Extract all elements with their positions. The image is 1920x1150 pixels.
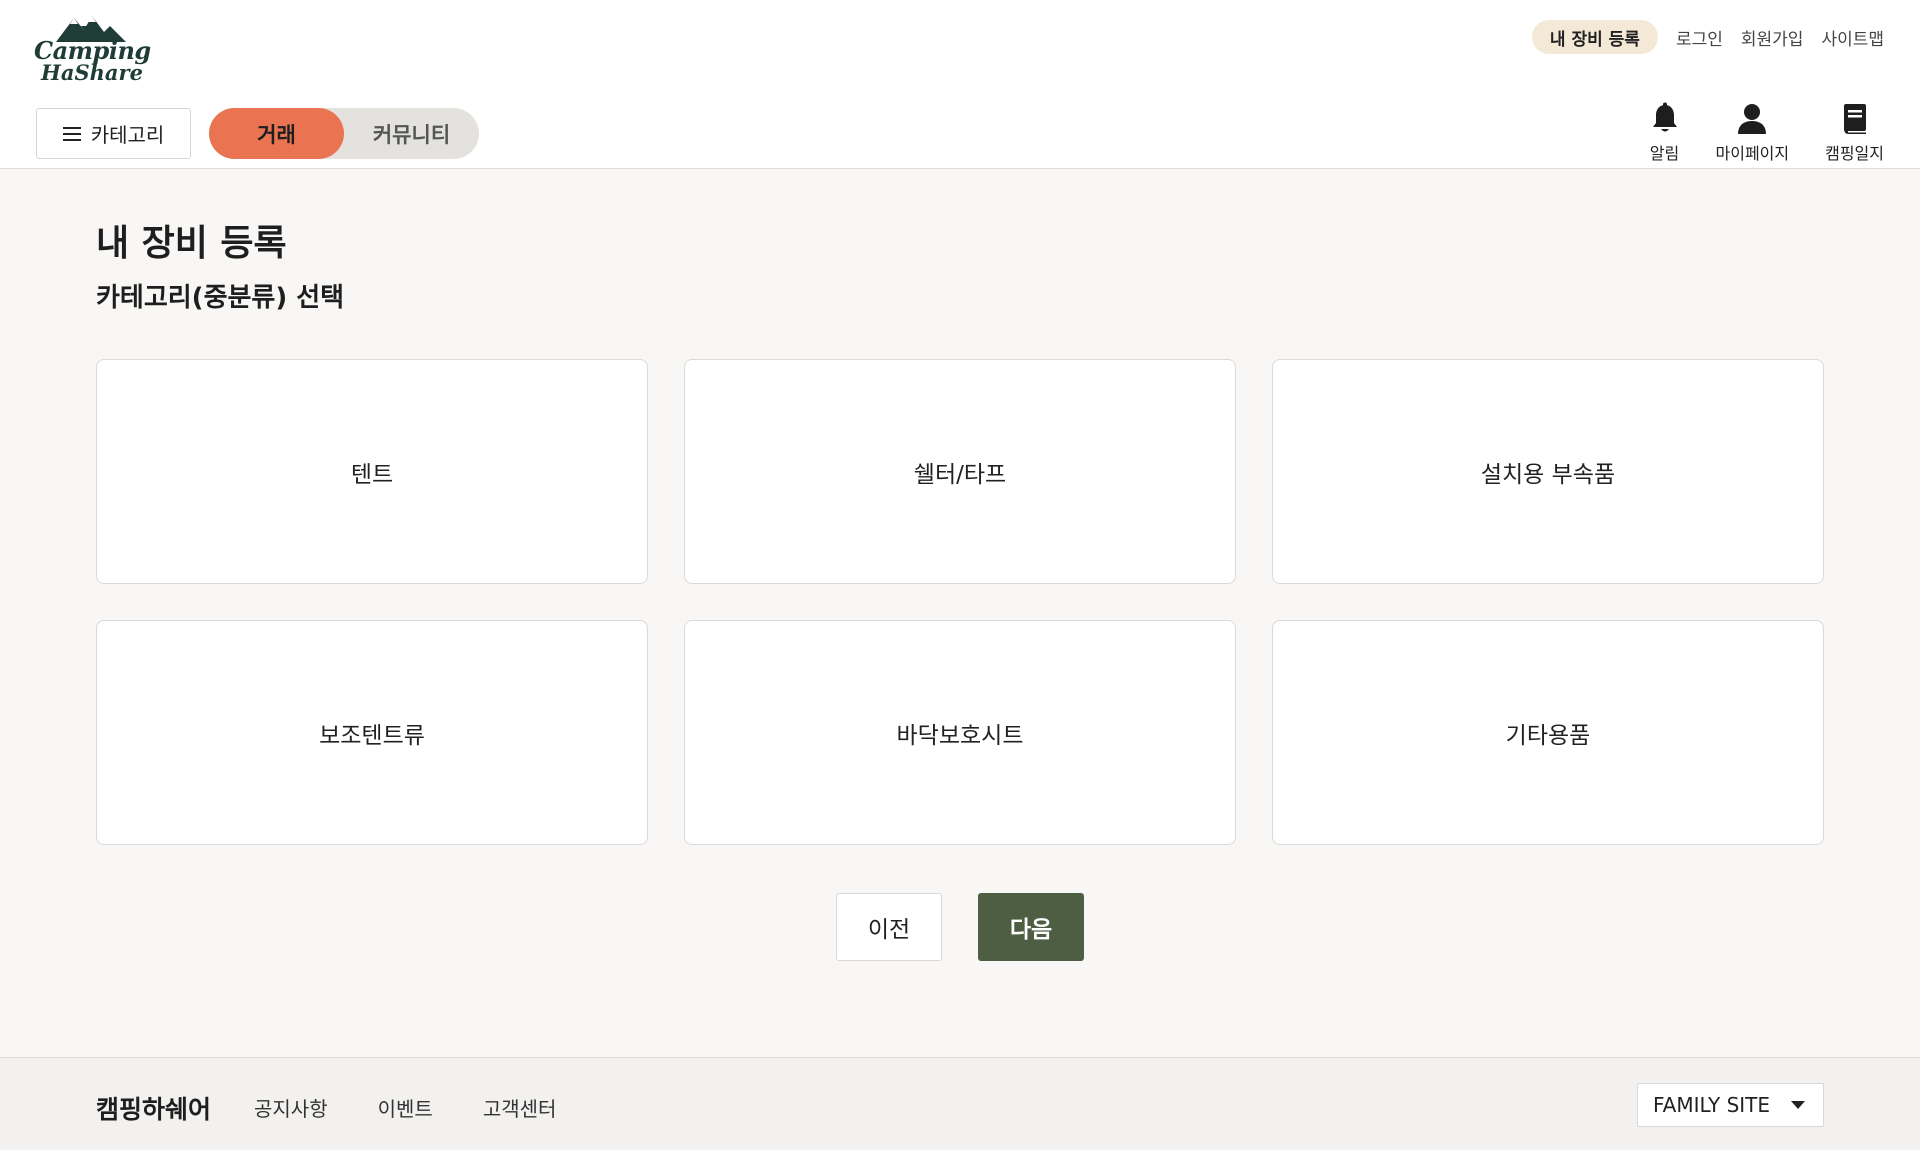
category-card-installation-accessories[interactable]: 설치용 부속품 [1272, 359, 1824, 584]
category-button-label: 카테고리 [90, 123, 165, 147]
family-site-label: FAMILY SITE [1653, 1093, 1771, 1117]
notifications-label: 알림 [1649, 144, 1680, 163]
sitemap-link[interactable]: 사이트맵 [1821, 25, 1884, 50]
tab-trade[interactable]: 거래 [209, 108, 344, 159]
page-title: 내 장비 등록 [96, 223, 287, 264]
footer-brand: 캠핑하쉐어 [96, 1095, 212, 1124]
mypage-label: 마이페이지 [1715, 144, 1790, 163]
register-equipment-link[interactable]: 내 장비 등록 [1531, 20, 1658, 54]
footer-link-notice[interactable]: 공지사항 [254, 1093, 328, 1122]
hamburger-icon [62, 126, 81, 141]
camping-journal-button[interactable]: 캠핑일지 [1825, 102, 1884, 164]
next-button[interactable]: 다음 [978, 893, 1084, 961]
footer-links: 공지사항 이벤트 고객센터 [254, 1093, 556, 1122]
camping-journal-label: 캠핑일지 [1825, 144, 1884, 163]
caret-down-icon [1791, 1101, 1805, 1109]
logo-line-1: Camping [34, 36, 151, 65]
logo[interactable]: Camping HaShare [34, 12, 151, 92]
footer-link-event[interactable]: 이벤트 [378, 1093, 433, 1122]
footer-link-customer-center[interactable]: 고객센터 [483, 1093, 557, 1122]
login-link[interactable]: 로그인 [1676, 25, 1723, 50]
category-grid: 텐트 쉘터/타프 설치용 부속품 보조텐트류 바닥보호시트 기타용품 [96, 359, 1824, 845]
notifications-button[interactable]: 알림 [1650, 102, 1680, 164]
mode-toggle: 거래 커뮤니티 [209, 108, 479, 159]
site-footer: 캠핑하쉐어 공지사항 이벤트 고객센터 FAMILY SITE [0, 1057, 1920, 1150]
journal-icon [1843, 104, 1866, 134]
logo-text: Camping HaShare [34, 36, 151, 85]
page-subtitle: 카테고리(중분류) 선택 [96, 283, 345, 313]
bell-icon [1652, 102, 1677, 132]
family-site-select[interactable]: FAMILY SITE [1637, 1083, 1824, 1127]
category-card-other-items[interactable]: 기타용품 [1272, 620, 1824, 845]
user-icon [1738, 104, 1767, 134]
icon-nav: 알림 마이페이지 캠핑일지 [1650, 102, 1884, 164]
category-card-floor-protection-sheet[interactable]: 바닥보호시트 [684, 620, 1236, 845]
mypage-button[interactable]: 마이페이지 [1715, 102, 1790, 164]
category-card-shelter-tarp[interactable]: 쉘터/타프 [684, 359, 1236, 584]
utility-links: 내 장비 등록 로그인 회원가입 사이트맵 [1531, 20, 1884, 54]
site-header: Camping HaShare 내 장비 등록 로그인 회원가입 사이트맵 카테… [0, 0, 1920, 169]
prev-button[interactable]: 이전 [836, 893, 942, 961]
tab-community[interactable]: 커뮤니티 [344, 108, 479, 159]
signup-link[interactable]: 회원가입 [1741, 25, 1804, 50]
category-card-tent[interactable]: 텐트 [96, 359, 648, 584]
category-menu-button[interactable]: 카테고리 [36, 108, 191, 159]
logo-line-2: HaShare [41, 60, 143, 85]
category-card-auxiliary-tent[interactable]: 보조텐트류 [96, 620, 648, 845]
